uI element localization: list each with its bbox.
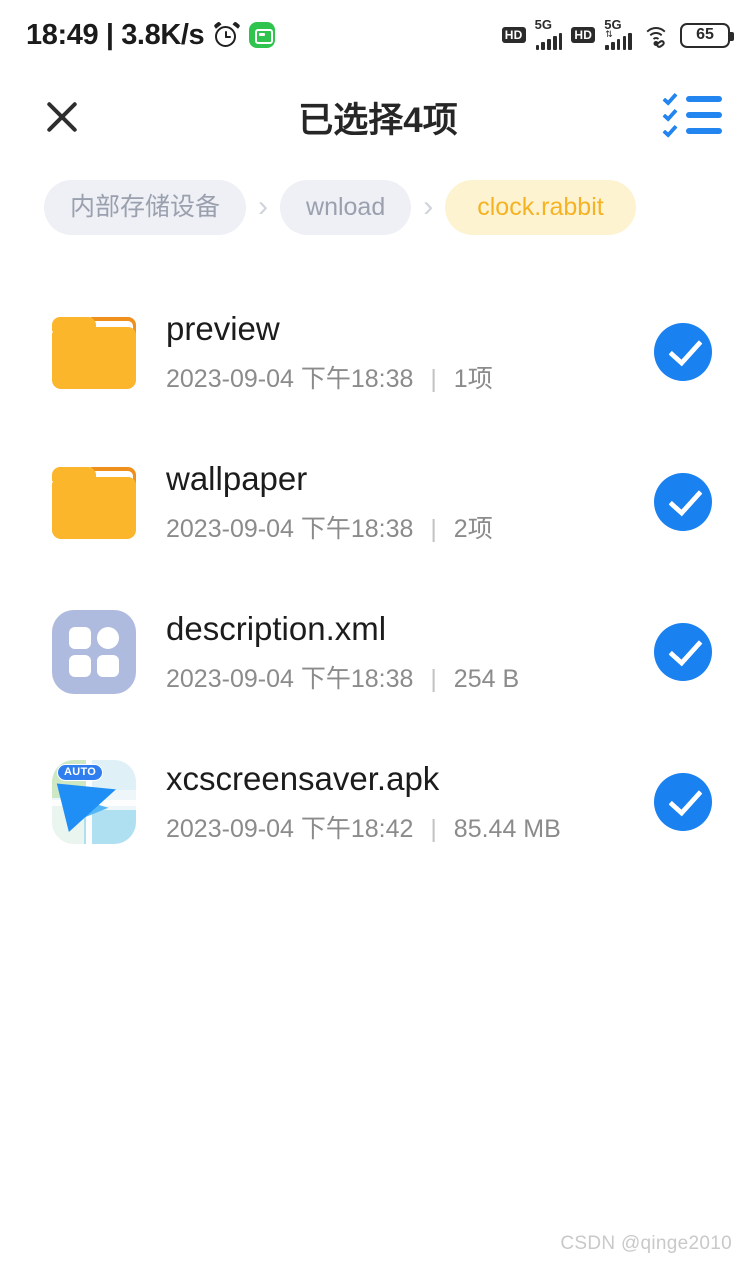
green-app-badge-icon — [249, 22, 276, 48]
file-meta: xcscreensaver.apk 2023-09-04 下午18:42 | 8… — [136, 759, 654, 845]
breadcrumb-item-2[interactable]: clock.rabbit — [445, 180, 636, 235]
page-title: 已选择4项 — [298, 100, 458, 140]
watermark: CSDN @qinge2010 — [560, 1233, 732, 1254]
breadcrumb-separator-1: › — [423, 190, 434, 224]
wifi-icon — [641, 23, 671, 50]
folder-icon — [52, 460, 136, 544]
hd-badge-icon-1: HD — [501, 27, 526, 43]
file-subtitle: 2023-09-04 下午18:42 | 85.44 MB — [166, 809, 654, 845]
file-list: preview 2023-09-04 下午18:38 | 1项 wallpape… — [0, 235, 756, 877]
file-size: 254 B — [453, 664, 520, 693]
data-transfer-arrows-icon: ⇅ — [605, 28, 612, 39]
hd-badge-icon-2: HD — [571, 27, 596, 43]
file-divider: | — [430, 664, 437, 693]
file-name: wallpaper — [166, 459, 308, 497]
signal-icon-2: 5G ⇅ — [604, 18, 632, 50]
select-all-checklist-icon[interactable] — [662, 90, 722, 141]
table-row[interactable]: preview 2023-09-04 下午18:38 | 1项 — [0, 277, 756, 427]
auto-badge-label: AUTO — [57, 763, 104, 781]
table-row[interactable]: description.xml 2023-09-04 下午18:38 | 254… — [0, 577, 756, 727]
checkbox-selected[interactable] — [654, 772, 712, 831]
file-meta: wallpaper 2023-09-04 下午18:38 | 2项 — [136, 459, 654, 545]
breadcrumb-item-1[interactable]: wnload — [280, 180, 412, 235]
file-size: 85.44 MB — [453, 814, 561, 843]
checkbox-selected[interactable] — [654, 622, 712, 681]
file-name: xcscreensaver.apk — [166, 759, 440, 797]
file-date: 2023-09-04 下午18:38 — [166, 664, 414, 693]
file-subtitle: 2023-09-04 下午18:38 | 1项 — [166, 359, 654, 395]
checkbox-selected[interactable] — [654, 322, 712, 381]
file-date: 2023-09-04 下午18:42 — [166, 814, 414, 843]
file-divider: | — [430, 364, 437, 393]
folder-icon — [52, 310, 136, 394]
xml-file-icon — [52, 609, 136, 694]
breadcrumb-separator-0: › — [258, 190, 269, 224]
alarm-clock-icon — [213, 20, 241, 49]
file-name: preview — [166, 309, 280, 347]
app-bar: 已选择4项 — [0, 70, 756, 164]
file-divider: | — [430, 514, 437, 543]
file-date: 2023-09-04 下午18:38 — [166, 514, 414, 543]
table-row[interactable]: wallpaper 2023-09-04 下午18:38 | 2项 — [0, 427, 756, 577]
signal-icon-1: 5G — [534, 16, 563, 50]
close-icon[interactable] — [34, 89, 90, 145]
file-divider: | — [430, 814, 437, 843]
file-meta: description.xml 2023-09-04 下午18:38 | 254… — [136, 609, 654, 695]
status-bar: 18:49 | 3.8K/s HD 5G HD 5G ⇅ 65 — [0, 0, 756, 70]
file-meta: preview 2023-09-04 下午18:38 | 1项 — [136, 309, 654, 395]
file-manager-screen: 18:49 | 3.8K/s HD 5G HD 5G ⇅ 65 已选择4项 内部… — [0, 0, 756, 1275]
status-time-and-speed: 18:49 | 3.8K/s — [26, 18, 205, 51]
battery-icon: 65 — [680, 22, 734, 48]
network-label-1: 5G — [534, 16, 552, 32]
battery-level-label: 65 — [696, 26, 714, 43]
breadcrumb: 内部存储设备 › wnload › clock.rabbit — [0, 164, 756, 235]
status-bar-right: HD 5G HD 5G ⇅ 65 — [501, 16, 734, 50]
file-date: 2023-09-04 下午18:38 — [166, 364, 414, 393]
apk-file-icon: AUTO — [52, 759, 136, 844]
file-name: description.xml — [166, 609, 387, 647]
breadcrumb-item-0[interactable]: 内部存储设备 — [44, 180, 247, 235]
status-bar-left: 18:49 | 3.8K/s — [26, 18, 276, 52]
checkbox-selected[interactable] — [654, 472, 712, 531]
file-subtitle: 2023-09-04 下午18:38 | 254 B — [166, 659, 654, 695]
table-row[interactable]: AUTO xcscreensaver.apk 2023-09-04 下午18:4… — [0, 727, 756, 877]
file-subtitle: 2023-09-04 下午18:38 | 2项 — [166, 509, 654, 545]
file-size: 2项 — [453, 514, 493, 543]
file-size: 1项 — [453, 364, 493, 393]
